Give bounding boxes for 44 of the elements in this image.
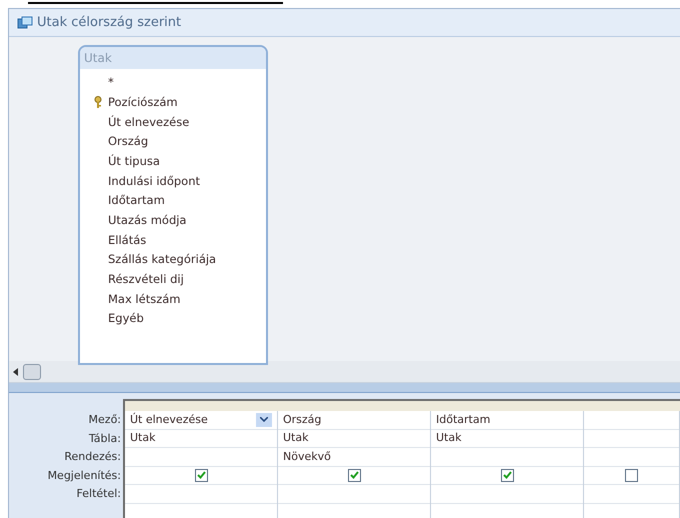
- field-name[interactable]: Max létszám: [108, 290, 180, 308]
- show-checkbox[interactable]: [348, 468, 360, 482]
- field-cell[interactable]: Ország: [278, 411, 430, 430]
- table-cell[interactable]: Utak: [278, 430, 430, 448]
- check-icon: [502, 471, 512, 480]
- field-name[interactable]: Részvételi dij: [108, 271, 184, 288]
- show-checkbox[interactable]: [500, 468, 514, 482]
- field-name[interactable]: Ellátás: [108, 232, 146, 249]
- row-label: Tábla:: [88, 430, 121, 446]
- show-checkbox[interactable]: [625, 468, 638, 482]
- field-name[interactable]: Indulási időpont: [108, 172, 200, 190]
- sort-cell[interactable]: Növekvő: [278, 448, 430, 466]
- field-name[interactable]: Pozíciószám: [108, 94, 178, 112]
- field-name[interactable]: *: [108, 74, 114, 92]
- check-icon: [196, 471, 206, 480]
- check-icon: [350, 471, 358, 480]
- query-icon: [17, 16, 33, 30]
- caret-icon: [260, 417, 268, 422]
- window-title: Utak célország szerint: [37, 14, 182, 32]
- row-label: Mező:: [88, 412, 121, 428]
- dropdown-button[interactable]: [256, 412, 272, 427]
- show-checkbox[interactable]: [194, 468, 208, 482]
- splitter-bar[interactable]: [9, 383, 680, 393]
- field-name[interactable]: Szállás kategóriája: [108, 251, 216, 269]
- grid-cell[interactable]: [584, 466, 679, 485]
- field-name[interactable]: Ország: [108, 133, 148, 151]
- field-name[interactable]: Út elnevezése: [108, 114, 190, 131]
- field-name[interactable]: Egyéb: [108, 310, 144, 328]
- field-name[interactable]: Út tipusa: [108, 152, 160, 170]
- table-title: Utak: [84, 50, 112, 67]
- field-cell[interactable]: Időtartam: [431, 411, 583, 430]
- field-name[interactable]: Időtartam: [108, 192, 165, 210]
- grid-cell[interactable]: [431, 466, 583, 485]
- row-label: Rendezés:: [64, 449, 121, 465]
- row-label: Megjelenítés:: [48, 468, 121, 484]
- table-cell[interactable]: Utak: [431, 430, 583, 448]
- scroll-thumb[interactable]: [23, 364, 41, 380]
- scroll-left-icon[interactable]: [13, 368, 19, 376]
- row-label: Feltétel:: [76, 486, 121, 502]
- field-cell[interactable]: Út elnevezése: [125, 411, 277, 430]
- table-cell[interactable]: Utak: [125, 430, 277, 448]
- grid-cell[interactable]: [278, 466, 430, 485]
- grid-cell[interactable]: [125, 466, 277, 485]
- field-name[interactable]: Utazás módja: [108, 212, 186, 230]
